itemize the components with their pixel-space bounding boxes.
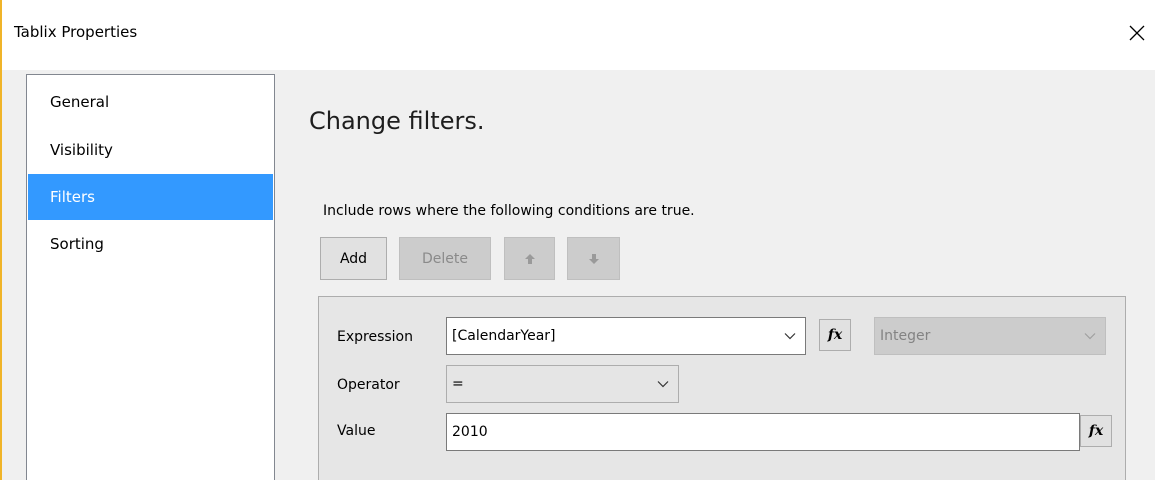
close-icon — [1129, 25, 1145, 41]
chevron-down-icon — [1084, 333, 1096, 340]
fx-icon: fx — [1088, 423, 1104, 439]
move-down-button[interactable] — [567, 237, 620, 280]
page-list: General Visibility Filters Sorting — [26, 74, 275, 480]
data-type-combo[interactable]: Integer — [874, 317, 1106, 355]
filters-page: Change filters. Include rows where the f… — [276, 70, 1155, 480]
expression-combo[interactable]: [CalendarYear] — [446, 317, 806, 355]
tablix-properties-dialog: Tablix Properties General Visibility Fil… — [0, 0, 1155, 480]
sidebar-item-sorting[interactable]: Sorting — [28, 221, 273, 267]
add-button[interactable]: Add — [320, 237, 387, 280]
close-button[interactable] — [1122, 18, 1152, 48]
sidebar-item-filters[interactable]: Filters — [28, 174, 273, 220]
chevron-down-icon — [657, 381, 669, 388]
delete-button[interactable]: Delete — [399, 237, 491, 280]
sidebar-item-label: Visibility — [50, 141, 113, 159]
fx-icon: fx — [827, 327, 843, 343]
value-input[interactable]: 2010 — [446, 413, 1080, 451]
title-bar: Tablix Properties — [2, 0, 1155, 70]
operator-combo[interactable]: = — [446, 365, 679, 403]
page-title: Change filters. — [309, 107, 485, 135]
expression-fx-button[interactable]: fx — [819, 319, 851, 351]
sidebar-item-label: Filters — [50, 188, 95, 206]
filters-description: Include rows where the following conditi… — [323, 203, 695, 219]
operator-label: Operator — [337, 377, 400, 393]
data-type-value: Integer — [880, 328, 931, 344]
window-title: Tablix Properties — [14, 23, 138, 41]
expression-value: [CalendarYear] — [452, 328, 556, 344]
filter-condition-panel: Expression [CalendarYear] fx Integer Ope… — [318, 296, 1126, 480]
value-label: Value — [337, 423, 376, 439]
operator-value: = — [452, 376, 464, 392]
value-fx-button[interactable]: fx — [1080, 415, 1112, 447]
value-value: 2010 — [452, 424, 488, 440]
arrow-up-icon — [524, 253, 535, 264]
chevron-down-icon — [784, 333, 796, 340]
sidebar-item-general[interactable]: General — [28, 79, 273, 125]
arrow-down-icon — [588, 253, 599, 264]
expression-label: Expression — [337, 329, 413, 345]
sidebar-item-visibility[interactable]: Visibility — [28, 127, 273, 173]
sidebar-item-label: General — [50, 93, 110, 111]
move-up-button[interactable] — [504, 237, 555, 280]
sidebar-item-label: Sorting — [50, 235, 104, 253]
